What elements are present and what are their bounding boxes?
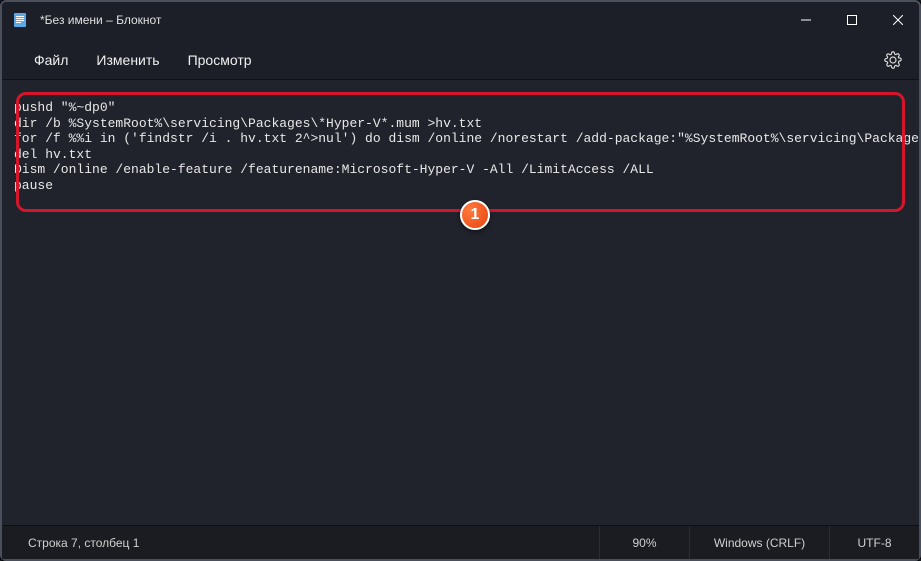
code-line: pause bbox=[14, 178, 53, 193]
status-encoding[interactable]: UTF-8 bbox=[829, 526, 919, 559]
code-line: del hv.txt bbox=[14, 147, 92, 162]
code-line: Dism /online /enable-feature /featurenam… bbox=[14, 162, 654, 177]
code-line: dir /b %SystemRoot%\servicing\Packages\*… bbox=[14, 116, 482, 131]
status-line-ending[interactable]: Windows (CRLF) bbox=[689, 526, 829, 559]
statusbar: Строка 7, столбец 1 90% Windows (CRLF) U… bbox=[2, 525, 919, 559]
code-line: for /f %%i in ('findstr /i . hv.txt 2^>n… bbox=[14, 131, 919, 146]
editor-content[interactable]: pushd "%~dp0" dir /b %SystemRoot%\servic… bbox=[2, 80, 919, 206]
annotation-number: 1 bbox=[471, 206, 480, 224]
code-line: pushd "%~dp0" bbox=[14, 100, 115, 115]
status-cursor-position: Строка 7, столбец 1 bbox=[2, 536, 599, 550]
text-editor[interactable]: pushd "%~dp0" dir /b %SystemRoot%\servic… bbox=[2, 80, 919, 525]
status-zoom[interactable]: 90% bbox=[599, 526, 689, 559]
annotation-badge: 1 bbox=[460, 200, 490, 230]
